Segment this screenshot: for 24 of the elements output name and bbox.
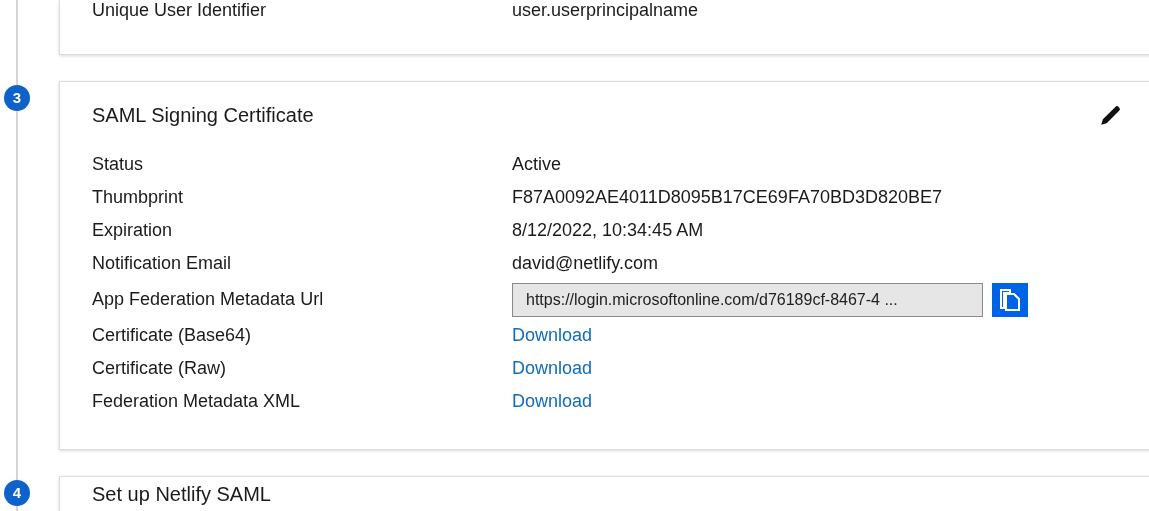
step-number: 4	[4, 480, 30, 506]
field-label: Expiration	[92, 219, 174, 242]
copy-icon	[999, 287, 1021, 312]
field-value: user.userprincipalname	[512, 0, 699, 22]
field-label: Certificate (Raw)	[92, 357, 228, 380]
card-title: Set up Netlify SAML	[92, 483, 272, 505]
field-label: Status	[92, 153, 145, 176]
field-label: Notification Email	[92, 252, 233, 275]
download-link[interactable]: Download	[512, 322, 593, 349]
url-field[interactable]: https://login.microsoftonline.com/d76189cf-8467-4 ...	[512, 282, 983, 317]
field-value: Active	[512, 153, 562, 176]
field-label: Thumbprint	[92, 186, 185, 209]
copy-button[interactable]	[992, 282, 1028, 317]
field-label: App Federation Metadata Url	[92, 288, 325, 311]
field-value: F87A0092AE4011D8095B17CE69FA70BD3D820BE7	[512, 186, 942, 209]
field-value: 8/12/2022, 10:34:45 AM	[512, 219, 704, 242]
download-link[interactable]: Download	[512, 388, 593, 415]
field-value: david@netlify.com	[512, 252, 658, 275]
field-label: Certificate (Base64)	[92, 324, 253, 347]
step-number: 3	[4, 85, 30, 111]
card-title: SAML Signing Certificate	[92, 103, 314, 128]
download-link[interactable]: Download	[512, 355, 593, 382]
field-label: Unique User Identifier	[92, 0, 268, 22]
field-label: Federation Metadata XML	[92, 390, 302, 413]
